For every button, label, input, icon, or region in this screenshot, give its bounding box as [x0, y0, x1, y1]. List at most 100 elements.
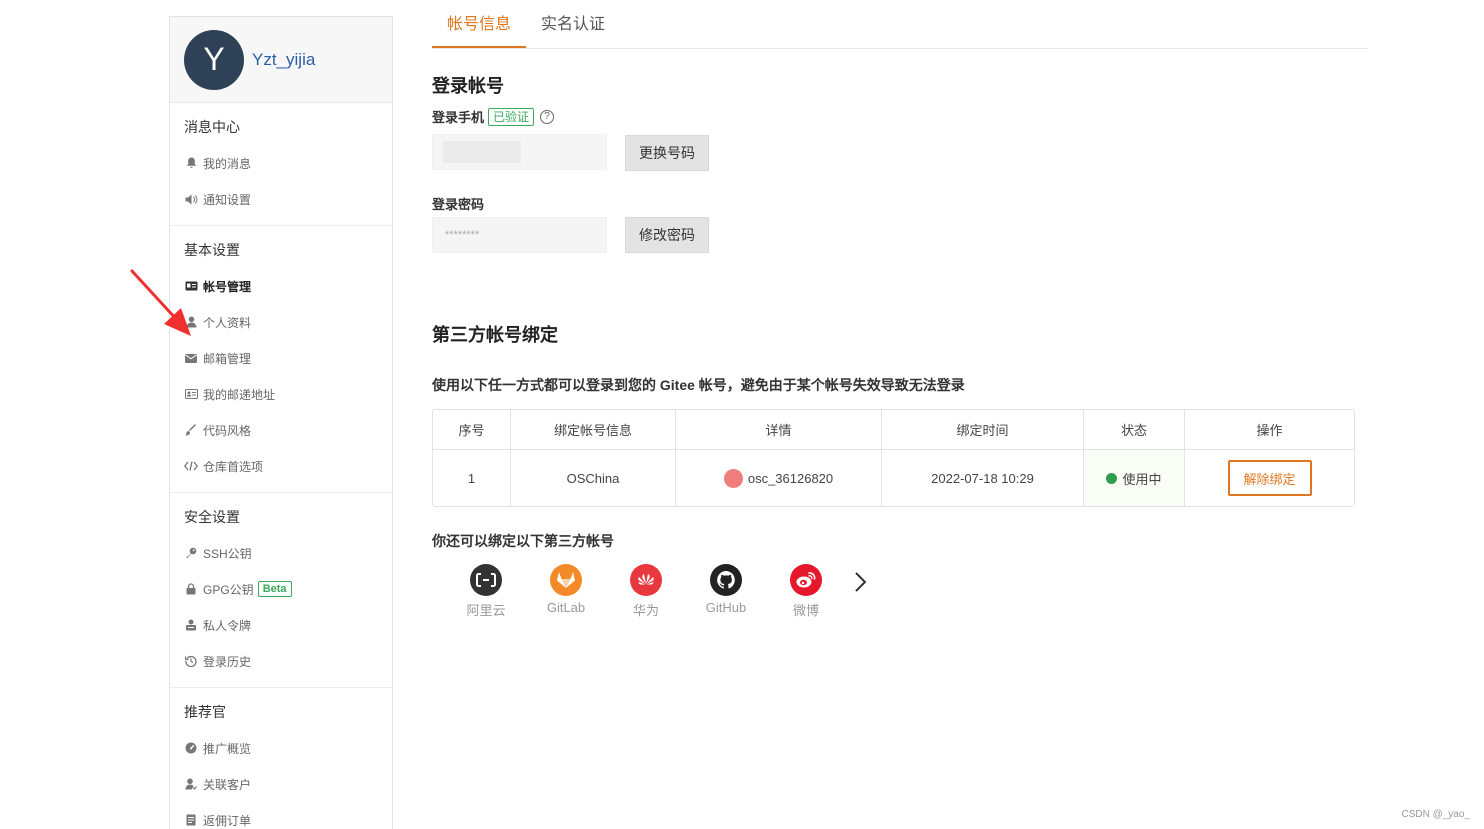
sidebar-item-account-management[interactable]: 帐号管理 [170, 268, 392, 304]
beta-badge: Beta [257, 581, 292, 597]
sidebar-item-mailing-address[interactable]: 我的邮递地址 [170, 376, 392, 412]
annotation-arrow-icon [130, 269, 191, 336]
sidebar-item-my-messages[interactable]: 我的消息 [170, 145, 392, 181]
provider-gitlab[interactable]: GitLab [526, 564, 606, 615]
brush-icon [184, 423, 198, 437]
order-icon [184, 813, 198, 827]
sidebar-item-label: 代码风格 [203, 423, 252, 438]
github-icon [710, 564, 742, 596]
sidebar-item-label: 仓库首选项 [203, 459, 264, 474]
table-row: 1 OSChina osc_36126820 2022-07-18 10:29 … [433, 450, 1354, 506]
header-detail: 详情 [676, 410, 882, 449]
main-content: 帐号信息 实名认证 登录帐号 登录手机 已验证 ? 更换号码 登录密码 ****… [432, 0, 1368, 618]
lock-icon [184, 582, 198, 596]
change-password-button[interactable]: 修改密码 [625, 217, 709, 253]
sidebar-item-ssh-keys[interactable]: SSH公钥 [170, 535, 392, 571]
sidebar-item-gpg-keys[interactable]: GPG公钥 Beta [170, 571, 392, 607]
cell-detail: osc_36126820 [676, 450, 882, 506]
token-icon [184, 618, 198, 632]
unbind-button[interactable]: 解除绑定 [1227, 460, 1312, 496]
gauge-icon [184, 741, 198, 755]
provider-label: GitHub [705, 600, 747, 615]
provider-label: 华为 [632, 603, 659, 618]
sidebar-item-label: 帐号管理 [203, 279, 252, 294]
phone-mask [443, 141, 521, 163]
nav-group-messages: 消息中心 我的消息 通知设置 [170, 103, 392, 226]
avatar[interactable]: Y [184, 29, 244, 90]
mail-icon [184, 351, 198, 365]
phone-label-text: 登录手机 [432, 110, 485, 125]
sidebar-item-repo-preferences[interactable]: 仓库首选项 [170, 448, 392, 484]
nav-group-basic: 基本设置 帐号管理 个人资料 邮箱管理 我的邮递地址 代码风格 仓库首选项 [170, 226, 392, 493]
weibo-icon [790, 564, 822, 596]
provider-label: 阿里云 [466, 603, 506, 618]
code-icon [184, 459, 198, 473]
sidebar-item-related-customers[interactable]: 关联客户 [170, 766, 392, 802]
sidebar-item-label: 个人资料 [203, 315, 252, 330]
cell-index: 1 [433, 450, 511, 506]
sidebar-item-email-management[interactable]: 邮箱管理 [170, 340, 392, 376]
nav-group-referral: 推荐官 推广概览 关联客户 返佣订单 [170, 688, 392, 829]
huawei-icon [630, 564, 662, 596]
help-icon[interactable]: ? [540, 109, 555, 124]
more-providers-title: 你还可以绑定以下第三方帐号 [432, 533, 614, 549]
verified-badge: 已验证 [488, 107, 535, 126]
third-party-description: 使用以下任一方式都可以登录到您的 Gitee 帐号，避免由于某个帐号失效导致无法… [432, 377, 965, 393]
history-icon [184, 654, 198, 668]
login-account-title: 登录帐号 [432, 76, 504, 96]
detail-text: osc_36126820 [747, 470, 834, 486]
sidebar: Y Yzt_yijia 消息中心 我的消息 通知设置 基本设置 帐号管理 个人资… [169, 16, 393, 829]
header-status: 状态 [1084, 410, 1185, 449]
provider-list: 阿里云 GitLab 华为 GitHub 微博 [446, 564, 870, 619]
speaker-icon [184, 192, 198, 206]
sidebar-item-profile[interactable]: 个人资料 [170, 304, 392, 340]
user-link-icon [184, 777, 198, 791]
bell-icon [184, 156, 198, 170]
status-text: 使用中 [1122, 471, 1162, 487]
password-field: ******** [432, 217, 607, 253]
osc-avatar [723, 468, 743, 488]
sidebar-item-label: GPG公钥 [203, 582, 254, 597]
table-header-row: 序号 绑定帐号信息 详情 绑定时间 状态 操作 [433, 410, 1354, 450]
provider-weibo[interactable]: 微博 [766, 564, 846, 619]
watermark: CSDN @_yao_ [1401, 809, 1470, 820]
nav-title-security: 安全设置 [184, 509, 240, 525]
tab-real-name-auth[interactable]: 实名认证 [526, 0, 620, 48]
cell-status: 使用中 [1084, 450, 1185, 506]
header-account: 绑定帐号信息 [511, 410, 676, 449]
sidebar-item-personal-tokens[interactable]: 私人令牌 [170, 607, 392, 643]
cell-account: OSChina [511, 450, 676, 506]
sidebar-item-login-history[interactable]: 登录历史 [170, 643, 392, 679]
sidebar-item-code-style[interactable]: 代码风格 [170, 412, 392, 448]
sidebar-item-label: 登录历史 [203, 654, 252, 669]
nav-title-referral: 推荐官 [184, 704, 226, 720]
chevron-right-icon[interactable] [850, 570, 870, 594]
nav-group-security: 安全设置 SSH公钥 GPG公钥 Beta 私人令牌 登录历史 [170, 493, 392, 688]
cell-time: 2022-07-18 10:29 [882, 450, 1084, 506]
key-icon [184, 546, 198, 560]
status-dot-icon [1106, 472, 1118, 484]
profile-card: Y Yzt_yijia [170, 17, 392, 103]
provider-github[interactable]: GitHub [686, 564, 766, 615]
header-action: 操作 [1256, 423, 1283, 438]
gitlab-icon [550, 564, 582, 596]
phone-field [432, 134, 607, 170]
address-card-icon [184, 387, 198, 401]
provider-aliyun[interactable]: 阿里云 [446, 564, 526, 619]
username-link[interactable]: Yzt_yijia [252, 50, 315, 70]
sidebar-item-label: 我的邮递地址 [203, 387, 276, 402]
provider-huawei[interactable]: 华为 [606, 564, 686, 619]
cell-action: 解除绑定 [1185, 450, 1354, 506]
sidebar-item-commission-orders[interactable]: 返佣订单 [170, 802, 392, 829]
tab-account-info[interactable]: 帐号信息 [432, 0, 527, 48]
change-phone-button[interactable]: 更换号码 [625, 135, 709, 171]
sidebar-item-promotion-overview[interactable]: 推广概览 [170, 730, 392, 766]
nav-title-basic: 基本设置 [184, 242, 240, 258]
tab-bar: 帐号信息 实名认证 [432, 0, 1368, 49]
sidebar-item-notification-settings[interactable]: 通知设置 [170, 181, 392, 217]
provider-label: 微博 [792, 603, 819, 618]
sidebar-item-label: 推广概览 [203, 741, 252, 756]
sidebar-item-label: 关联客户 [203, 777, 252, 792]
bindings-table: 序号 绑定帐号信息 详情 绑定时间 状态 操作 1 OSChina osc_36… [432, 409, 1355, 507]
sidebar-item-label: 通知设置 [203, 192, 252, 207]
